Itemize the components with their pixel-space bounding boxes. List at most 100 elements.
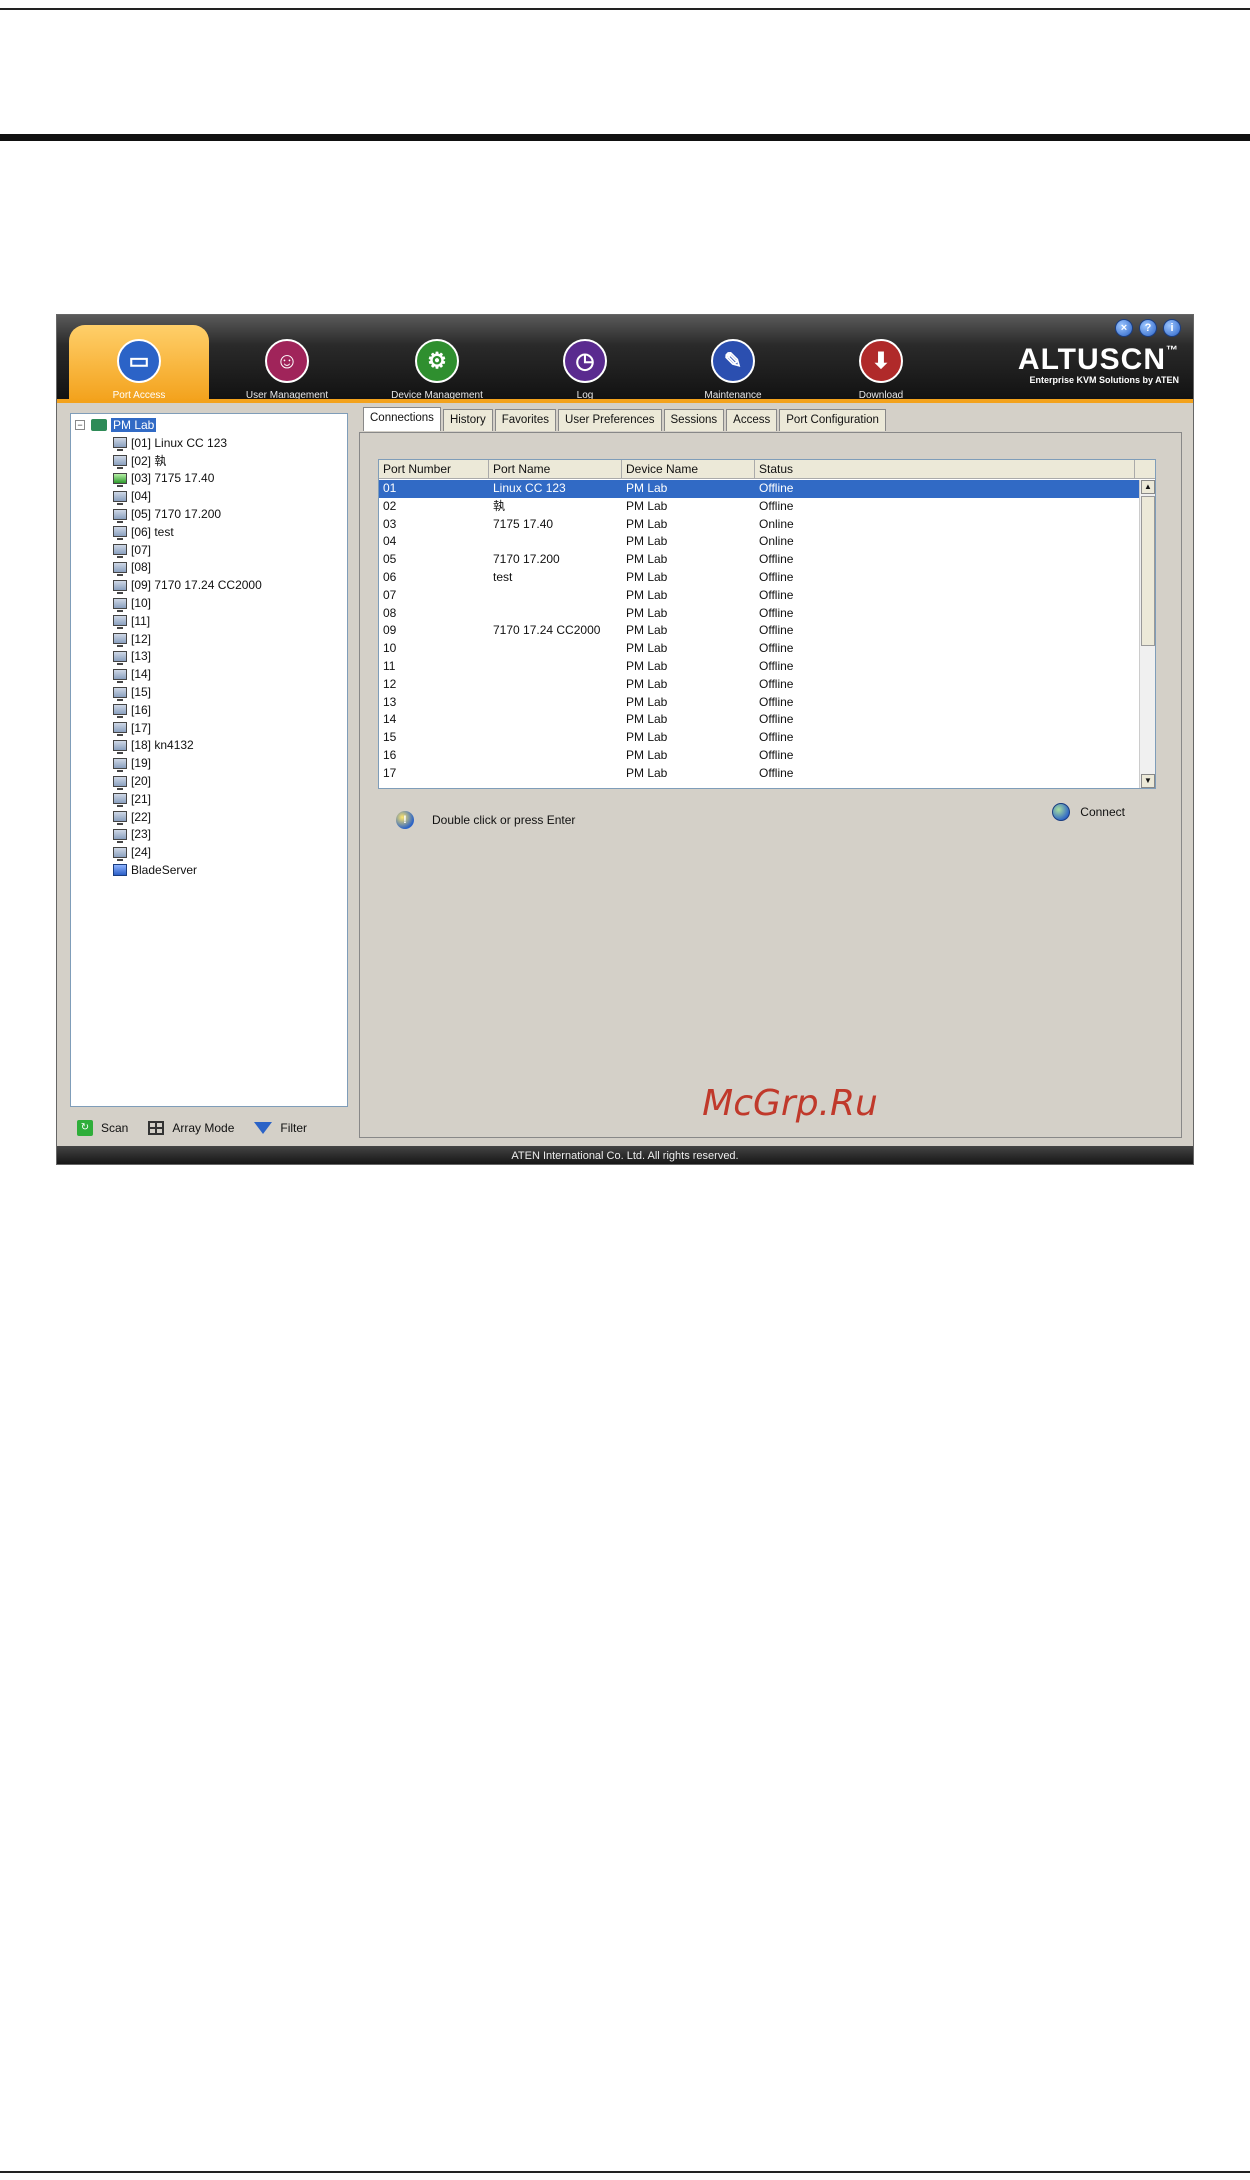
tree-item-label: [20] bbox=[131, 774, 152, 789]
table-cell: 11 bbox=[383, 658, 396, 673]
computer-icon bbox=[113, 437, 127, 452]
tree-item-blade-server[interactable]: BladeServer bbox=[113, 861, 262, 879]
tree-item[interactable]: [22] bbox=[113, 808, 262, 826]
help-icon[interactable]: ? bbox=[1139, 319, 1157, 337]
table-row[interactable]: 02 執 PM Lab Offline bbox=[379, 498, 1139, 516]
tree-item[interactable]: [07] bbox=[113, 541, 262, 559]
computer-icon bbox=[113, 722, 127, 737]
tab-history[interactable]: History bbox=[442, 409, 493, 431]
tab-access[interactable]: Access bbox=[726, 409, 778, 431]
tab-sessions[interactable]: Sessions bbox=[663, 409, 725, 431]
table-cell: 7175 17.40 bbox=[493, 516, 554, 531]
hint-icon: ! bbox=[396, 811, 414, 829]
tab-connections[interactable]: Connections bbox=[363, 407, 441, 431]
table-row[interactable]: 03 7175 17.40 PM Lab Online bbox=[379, 516, 1139, 534]
window-controls: × ? i bbox=[1115, 319, 1181, 337]
table-row[interactable]: 01 Linux CC 123 PM Lab Offline bbox=[379, 480, 1139, 498]
page-top-rule bbox=[0, 8, 1250, 10]
nav-maintenance[interactable]: ✎ Maintenance bbox=[663, 325, 803, 401]
nav-port-access[interactable]: ▭ Port Access bbox=[69, 325, 209, 401]
tree-item[interactable]: [16] bbox=[113, 701, 262, 719]
ports-grid[interactable]: Port Number Port Name Device Name Status… bbox=[378, 459, 1156, 789]
table-row[interactable]: 05 7170 17.200 PM Lab Offline bbox=[379, 551, 1139, 569]
tree-item[interactable]: [08] bbox=[113, 559, 262, 577]
table-row[interactable]: 06 test PM Lab Offline bbox=[379, 569, 1139, 587]
tree-item[interactable]: [13] bbox=[113, 648, 262, 666]
connect-button[interactable]: Connect bbox=[1052, 803, 1125, 821]
scroll-down-icon[interactable]: ▼ bbox=[1141, 774, 1155, 788]
close-icon[interactable]: × bbox=[1115, 319, 1133, 337]
tab-favorites[interactable]: Favorites bbox=[494, 409, 557, 431]
grid-scrollbar[interactable]: ▲ ▼ bbox=[1139, 480, 1155, 788]
tree-item-label: [22] bbox=[131, 809, 152, 824]
nav-device-management[interactable]: ⚙ Device Management bbox=[367, 325, 507, 401]
tree-item[interactable]: [01] Linux CC 123 bbox=[113, 434, 262, 452]
table-row[interactable]: 08 PM Lab Offline bbox=[379, 605, 1139, 623]
scan-button[interactable]: ↻ Scan bbox=[77, 1120, 128, 1136]
table-row[interactable]: 16 PM Lab Offline bbox=[379, 747, 1139, 765]
tree-item[interactable]: [03] 7175 17.40 bbox=[113, 470, 262, 488]
nav-log[interactable]: ◷ Log bbox=[515, 325, 655, 401]
tree-item-label: [19] bbox=[131, 756, 152, 771]
column-header-port-number[interactable]: Port Number bbox=[379, 460, 489, 478]
table-row[interactable]: 17 PM Lab Offline bbox=[379, 765, 1139, 783]
table-cell: Offline bbox=[759, 658, 794, 673]
table-row[interactable]: 15 PM Lab Offline bbox=[379, 729, 1139, 747]
nav-download[interactable]: ⬇ Download bbox=[811, 325, 951, 401]
table-cell: PM Lab bbox=[626, 516, 668, 531]
table-cell: Offline bbox=[759, 481, 794, 495]
tree-item[interactable]: [09] 7170 17.24 CC2000 bbox=[113, 576, 262, 594]
port-tree-panel[interactable]: − PM Lab [01] Linux CC 123 [02] 執 [03] 717… bbox=[70, 413, 348, 1107]
table-cell: 執 bbox=[493, 498, 506, 513]
tab-port-configuration[interactable]: Port Configuration bbox=[779, 409, 886, 431]
tree-root[interactable]: − PM Lab bbox=[75, 418, 157, 432]
tree-item-label: [09] 7170 17.24 CC2000 bbox=[131, 578, 262, 593]
table-row[interactable]: 14 PM Lab Offline bbox=[379, 711, 1139, 729]
scroll-up-icon[interactable]: ▲ bbox=[1141, 480, 1155, 494]
column-header-device-name[interactable]: Device Name bbox=[622, 460, 755, 478]
table-row[interactable]: 04 PM Lab Online bbox=[379, 533, 1139, 551]
table-cell: 01 bbox=[383, 481, 397, 495]
computer-icon bbox=[113, 775, 127, 790]
tree-item[interactable]: [20] bbox=[113, 772, 262, 790]
tree-item-label: [01] Linux CC 123 bbox=[131, 435, 228, 450]
table-row[interactable]: 10 PM Lab Offline bbox=[379, 640, 1139, 658]
tree-item[interactable]: [21] bbox=[113, 790, 262, 808]
tree-item[interactable]: [12] bbox=[113, 630, 262, 648]
table-row[interactable]: 12 PM Lab Offline bbox=[379, 676, 1139, 694]
nav-user-management[interactable]: ☺ User Management bbox=[217, 325, 357, 401]
column-header-port-name[interactable]: Port Name bbox=[489, 460, 622, 478]
tree-item[interactable]: [05] 7170 17.200 bbox=[113, 505, 262, 523]
scroll-thumb[interactable] bbox=[1141, 496, 1155, 646]
tree-item[interactable]: [06] test bbox=[113, 523, 262, 541]
tree-item[interactable]: [02] 執 bbox=[113, 452, 262, 470]
tree-item[interactable]: [24] bbox=[113, 843, 262, 861]
filter-button[interactable]: Filter bbox=[254, 1120, 307, 1136]
table-row[interactable]: 13 PM Lab Offline bbox=[379, 694, 1139, 712]
table-row[interactable]: 11 PM Lab Offline bbox=[379, 658, 1139, 676]
tree-item-label: [05] 7170 17.200 bbox=[131, 507, 222, 522]
tree-item[interactable]: [17] bbox=[113, 719, 262, 737]
table-cell: Online bbox=[759, 516, 794, 531]
tree-item[interactable]: [15] bbox=[113, 683, 262, 701]
tree-item[interactable]: [14] bbox=[113, 665, 262, 683]
tab-user-preferences[interactable]: User Preferences bbox=[558, 409, 662, 431]
computer-icon bbox=[113, 757, 127, 772]
tree-item[interactable]: [11] bbox=[113, 612, 262, 630]
table-cell bbox=[489, 694, 622, 712]
tree-item[interactable]: [23] bbox=[113, 826, 262, 844]
array-mode-button[interactable]: Array Mode bbox=[148, 1120, 234, 1136]
table-cell: Offline bbox=[759, 498, 794, 513]
tree-item-label: [16] bbox=[131, 702, 152, 717]
top-navigation-bar: × ? i ▭ Port Access ☺ User Management ⚙ Devic… bbox=[57, 315, 1193, 403]
table-row[interactable]: 09 7170 17.24 CC2000 PM Lab Offline bbox=[379, 622, 1139, 640]
tree-item[interactable]: [10] bbox=[113, 594, 262, 612]
table-row[interactable]: 07 PM Lab Offline bbox=[379, 587, 1139, 605]
collapse-icon[interactable]: − bbox=[75, 420, 85, 430]
info-icon[interactable]: i bbox=[1163, 319, 1181, 337]
tree-item[interactable]: [18] kn4132 bbox=[113, 737, 262, 755]
tree-item[interactable]: [04] bbox=[113, 487, 262, 505]
page-header-rule bbox=[0, 134, 1250, 141]
tree-item[interactable]: [19] bbox=[113, 754, 262, 772]
column-header-status[interactable]: Status bbox=[755, 460, 1135, 478]
